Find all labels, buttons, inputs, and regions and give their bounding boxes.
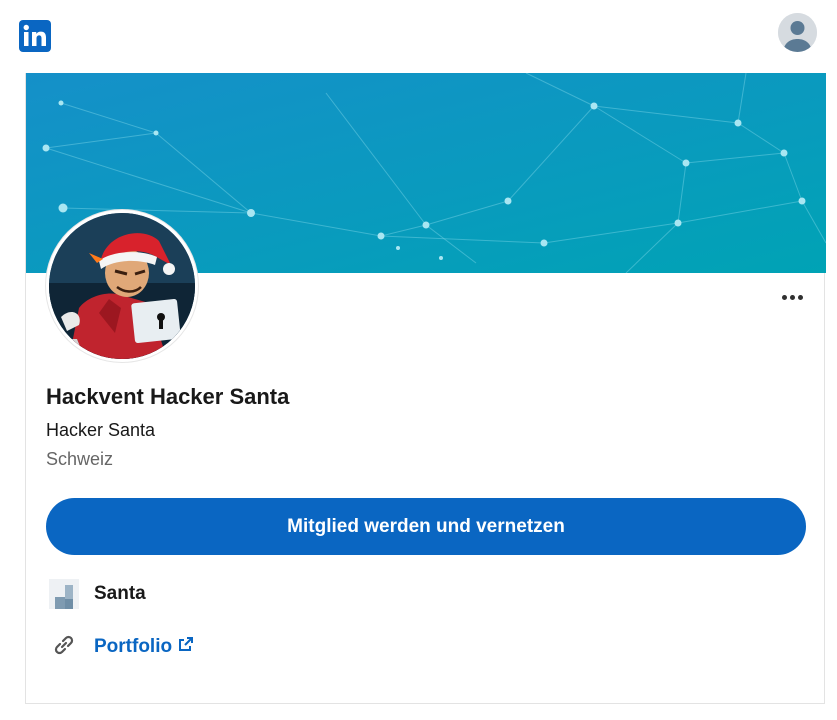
company-row[interactable]: Santa	[49, 578, 146, 610]
profile-card: Hackvent Hacker Santa Hacker Santa Schwe…	[25, 73, 826, 704]
portfolio-link[interactable]: Portfolio	[94, 636, 194, 658]
company-logo-icon	[49, 579, 79, 609]
more-dot	[789, 294, 795, 300]
company-name: Santa	[94, 583, 146, 604]
profile-headline: Hacker Santa	[46, 420, 156, 440]
join-and-connect-button[interactable]: Mitglied werden und vernetzen	[46, 498, 806, 555]
more-dot	[781, 294, 787, 300]
profile-name: Hackvent Hacker Santa	[46, 384, 290, 409]
portfolio-row: Portfolio	[49, 631, 194, 663]
top-bar	[0, 0, 837, 72]
more-options-icon[interactable]	[777, 288, 807, 306]
more-dot	[797, 294, 803, 300]
linkedin-logo-icon[interactable]	[19, 20, 51, 52]
user-avatar-icon[interactable]	[778, 13, 817, 52]
external-link-icon	[178, 636, 194, 658]
portfolio-label: Portfolio	[94, 636, 173, 657]
link-icon	[49, 630, 79, 665]
profile-photo[interactable]	[46, 210, 198, 362]
profile-location: Schweiz	[46, 449, 114, 469]
